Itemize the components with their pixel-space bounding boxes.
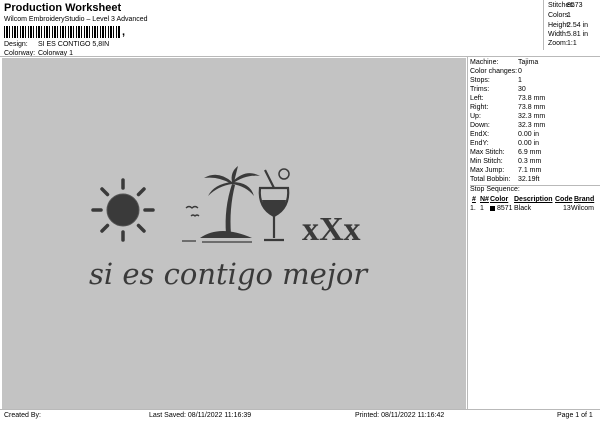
created-by: Created By: bbox=[4, 412, 41, 419]
design-artwork: xXx si es contigo mejor bbox=[89, 166, 369, 291]
stat-height: Height: 2.54 in bbox=[548, 22, 589, 29]
machine-info-panel: Machine: Tajima Color changes: 0 Stops: 1 T… bbox=[470, 58, 600, 409]
design-preview: xXx si es contigo mejor bbox=[2, 58, 466, 409]
info-up: Up: 32.3 mm bbox=[470, 113, 546, 120]
col-code: Code bbox=[555, 196, 573, 203]
script-text: si es contigo mejor bbox=[89, 257, 369, 291]
footer: Created By: Last Saved: 08/11/2022 11:16… bbox=[0, 410, 600, 424]
info-max-stitch: Max Stitch: 6.9 mm bbox=[470, 149, 542, 156]
info-min-stitch: Min Stitch: 0.3 mm bbox=[470, 158, 542, 165]
barcode-suffix: , bbox=[122, 26, 126, 38]
palm-island-icon bbox=[182, 166, 260, 243]
color-swatch bbox=[490, 206, 495, 211]
birds-icon bbox=[185, 205, 200, 217]
info-right: Right: 73.8 mm bbox=[470, 104, 546, 111]
info-divider bbox=[467, 57, 468, 409]
stat-width: Width: 5.81 in bbox=[548, 31, 589, 38]
info-trims: Trims: 30 bbox=[470, 86, 526, 93]
stats-divider bbox=[543, 0, 544, 50]
barcode bbox=[4, 26, 121, 38]
col-brand: Brand bbox=[574, 196, 595, 203]
stop-sequence-title: Stop Sequence: bbox=[470, 186, 520, 193]
stat-stitches: Stitches: 8573 bbox=[548, 2, 583, 9]
info-max-jump: Max Jump: 7.1 mm bbox=[470, 167, 542, 174]
col-num: # bbox=[472, 196, 476, 203]
stat-colors: Colors: 1 bbox=[548, 12, 571, 19]
header-divider bbox=[0, 56, 600, 57]
last-saved: Last Saved: 08/11/2022 11:16:39 bbox=[149, 412, 252, 419]
info-down: Down: 32.3 mm bbox=[470, 122, 546, 129]
page-title: Production Worksheet bbox=[4, 2, 122, 14]
info-machine: Machine: Tajima bbox=[470, 59, 539, 66]
info-total-bobbin: Total Bobbin: 32.19ft bbox=[470, 176, 540, 183]
design-label: Design: bbox=[4, 41, 28, 48]
page-number: Page 1 of 1 bbox=[557, 412, 593, 419]
info-endy: EndY: 0.00 in bbox=[470, 140, 540, 147]
design-row: Design: SI ES CONTIGO 5,8IN bbox=[4, 41, 109, 48]
info-stops: Stops: 1 bbox=[470, 77, 522, 84]
design-value: SI ES CONTIGO 5,8IN bbox=[37, 41, 110, 48]
info-left: Left: 73.8 mm bbox=[470, 95, 546, 102]
sun-icon bbox=[91, 178, 155, 242]
col-n: N# bbox=[480, 196, 489, 203]
col-color: Color bbox=[490, 196, 509, 203]
printed-date: Printed: 08/11/2022 11:16:42 bbox=[355, 412, 445, 419]
info-color-changes: Color changes: 0 bbox=[470, 68, 522, 75]
software-subtitle: Wilcom EmbroideryStudio – Level 3 Advanc… bbox=[4, 16, 148, 23]
xxx-text: xXx bbox=[302, 211, 361, 248]
info-endx: EndX: 0.00 in bbox=[470, 131, 540, 138]
col-description: Description bbox=[514, 196, 553, 203]
stat-zoom: Zoom: 1:1 bbox=[548, 40, 577, 47]
